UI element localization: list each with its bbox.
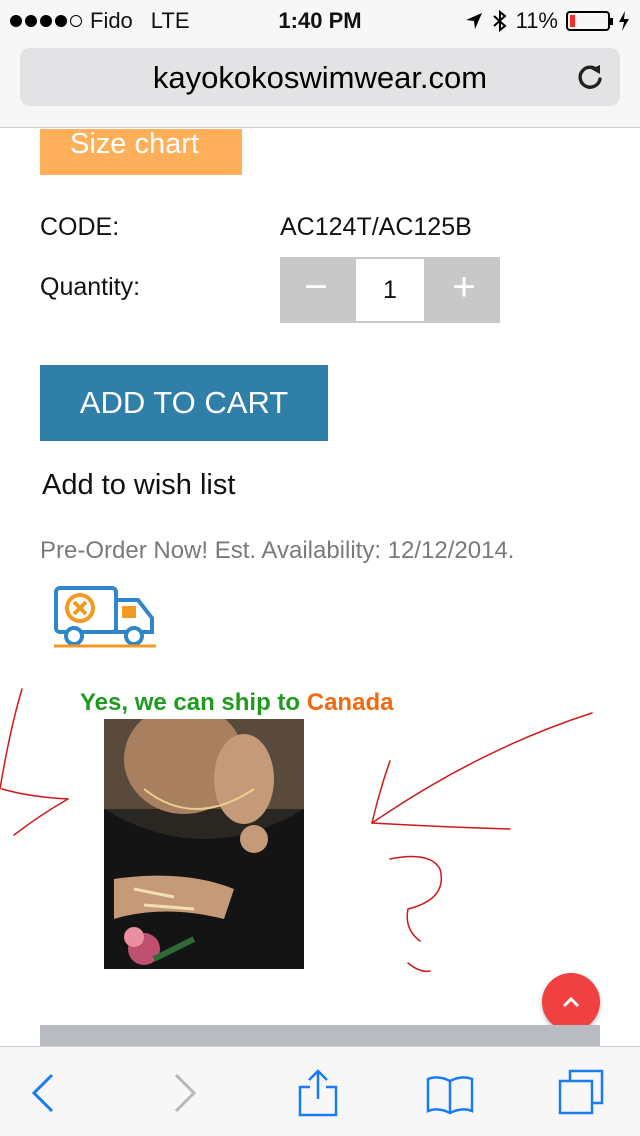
- quantity-label: Quantity:: [40, 273, 141, 301]
- status-right: 11%: [464, 8, 630, 34]
- signal-strength-icon: [10, 15, 82, 27]
- page-content: Size chart CODE: AC124T/AC125B Quantity:…: [0, 129, 640, 1046]
- shipping-availability: Yes, we can ship to Canada: [80, 689, 393, 717]
- add-to-cart-button[interactable]: ADD TO CART: [40, 365, 328, 441]
- battery-icon: [566, 11, 613, 31]
- back-to-top-button[interactable]: [542, 973, 600, 1031]
- code-value: AC124T/AC125B: [280, 213, 472, 241]
- status-left: Fido LTE: [10, 8, 190, 34]
- back-icon[interactable]: [20, 1067, 72, 1119]
- battery-percent: 11%: [515, 8, 558, 33]
- address-bar[interactable]: kayokokoswimwear.com: [20, 48, 620, 106]
- size-chart-button[interactable]: Size chart: [40, 129, 242, 175]
- shipping-country: Canada: [306, 689, 394, 716]
- decrease-quantity-button[interactable]: −: [280, 257, 352, 323]
- browser-address-area: kayokokoswimwear.com: [0, 40, 640, 128]
- status-bar: Fido LTE 1:40 PM 11%: [0, 0, 640, 40]
- browser-toolbar: [0, 1046, 640, 1136]
- bluetooth-icon: [492, 9, 507, 33]
- network-type: LTE: [150, 8, 190, 33]
- url-text[interactable]: kayokokoswimwear.com: [20, 60, 620, 96]
- charging-bolt-icon: [619, 11, 629, 31]
- annotation-scribbles: [0, 688, 593, 973]
- share-icon[interactable]: [292, 1067, 344, 1119]
- product-photo[interactable]: [104, 719, 304, 969]
- quantity-stepper: − 1 +: [280, 257, 500, 323]
- bookmarks-icon[interactable]: [424, 1067, 476, 1119]
- reload-icon[interactable]: [574, 61, 606, 93]
- delivery-truck-icon: [54, 586, 156, 648]
- quantity-input[interactable]: 1: [356, 259, 424, 321]
- carrier-name: Fido: [90, 8, 133, 33]
- add-to-wish-list-link[interactable]: Add to wish list: [42, 469, 235, 502]
- code-label: CODE:: [40, 213, 120, 241]
- tabs-icon[interactable]: [556, 1067, 608, 1119]
- chevron-up-icon: [562, 996, 580, 1008]
- shipping-text: Yes, we can ship to: [80, 689, 307, 716]
- forward-icon[interactable]: [158, 1067, 210, 1119]
- footer-bar: [40, 1025, 600, 1046]
- location-arrow-icon: [465, 13, 482, 29]
- preorder-notice: Pre-Order Now! Est. Availability: 12/12/…: [40, 537, 515, 564]
- increase-quantity-button[interactable]: +: [428, 257, 500, 323]
